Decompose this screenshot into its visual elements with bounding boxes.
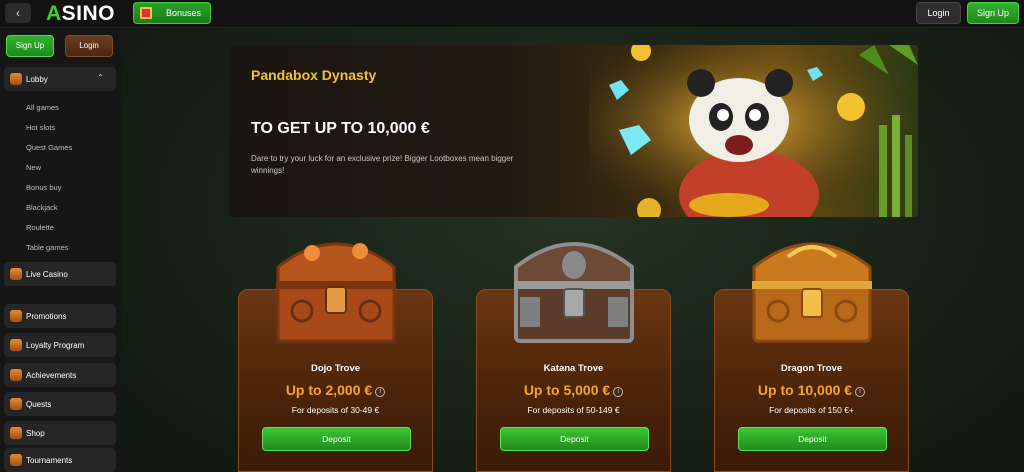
info-icon[interactable]: i [375,387,386,397]
trophy-icon [10,454,22,466]
sidebar-login-button[interactable]: Login [65,35,113,57]
deposit-button[interactable]: Deposit [738,427,887,451]
trove-deposits: For deposits of 30-49 € [291,405,380,415]
target-icon [10,369,22,381]
lobby-icon [10,73,22,85]
sidebar-subitem-bonus-buy[interactable]: Bonus buy [26,183,61,192]
sidebar-item-shop[interactable]: Shop [4,421,116,445]
deposit-button[interactable]: Deposit [262,427,411,451]
medal-icon [10,339,22,351]
banner-title: Pandabox Dynasty [251,67,377,83]
trove-deposits: For deposits of 150 €+ [769,405,854,415]
trove-amount: Up to 10,000 € i [715,382,908,398]
promo-banner: Pandabox Dynasty TO GET UP TO 10,000 € D… [229,45,918,217]
shop-icon [10,427,22,439]
megaphone-icon [10,310,22,322]
trove-name: Katana Trove [543,363,604,374]
logo[interactable]: ASINO [46,2,115,26]
katana-chest-image [514,242,634,343]
chevron-up-icon: ⌃ [97,73,104,82]
sidebar-subitem-new[interactable]: New [26,163,41,172]
sidebar-subitem-hot-slots[interactable]: Hot slots [26,123,55,132]
deposit-button[interactable]: Deposit [500,427,649,451]
sidebar-item-tournaments[interactable]: Tournaments [4,448,116,472]
sidebar-subitem-quest-games[interactable]: Quest Games [26,143,72,152]
top-bar: ‹ ASINO Bonuses Login Sign Up [0,0,1024,28]
bonuses-label: Bonuses [166,8,202,18]
sidebar-subitem-roulette[interactable]: Roulette [26,223,54,232]
banner-description: Dare to try your luck for an exclusive p… [251,154,514,175]
sidebar-item-promotions[interactable]: Promotions [4,304,116,328]
sidebar: Sign Up Login Lobby ⌃ All games Hot slot… [0,28,121,472]
trove-amount: Up to 2,000 € i [239,382,432,398]
sidebar-item-lobby[interactable]: Lobby ⌃ [4,67,116,91]
trove-name: Dojo Trove [310,363,361,374]
sidebar-item-quests[interactable]: Quests [4,392,116,416]
dragon-chest-image [752,242,872,343]
trove-deposits: For deposits of 50-149 € [527,405,620,415]
trove-amount: Up to 5,000 € i [477,382,670,398]
info-icon[interactable]: i [613,387,624,397]
chevron-left-icon: ‹ [16,6,20,20]
sidebar-item-achievements[interactable]: Achievements [4,363,116,387]
info-icon[interactable]: i [855,387,866,397]
sidebar-subitem-table-games[interactable]: Table games [26,243,69,252]
sidebar-subitem-all-games[interactable]: All games [26,103,59,112]
banner-headline: TO GET UP TO 10,000 € [251,120,430,137]
sidebar-signup-button[interactable]: Sign Up [6,35,54,57]
gift-icon [140,7,152,19]
back-button[interactable]: ‹ [5,3,31,23]
trove-name: Dragon Trove [780,363,843,374]
bonuses-button[interactable]: Bonuses [133,2,211,24]
signup-button[interactable]: Sign Up [967,2,1019,24]
dojo-chest-image [276,242,396,343]
panda-illustration [589,45,918,217]
sidebar-item-loyalty-program[interactable]: Loyalty Program [4,333,116,357]
book-icon [10,398,22,410]
login-button[interactable]: Login [916,2,961,24]
live-casino-icon [10,268,22,280]
sidebar-item-live-casino[interactable]: Live Casino [4,262,116,286]
sidebar-subitem-blackjack[interactable]: Blackjack [26,203,58,212]
